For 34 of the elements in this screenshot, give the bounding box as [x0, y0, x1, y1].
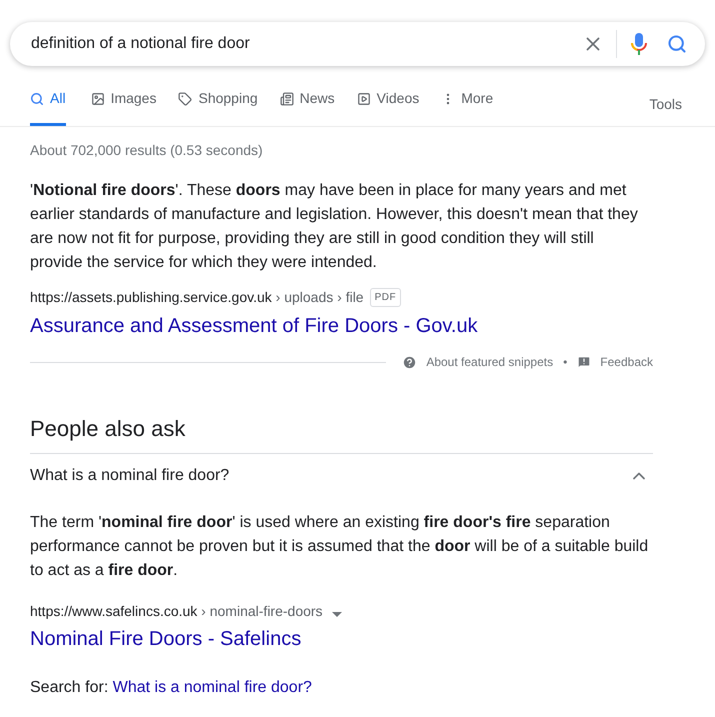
tab[interactable]: More — [441, 86, 494, 126]
people-also-ask-heading: People also ask — [30, 415, 653, 454]
search-for-link[interactable]: What is a nominal fire door? — [112, 679, 312, 696]
search-box[interactable]: definition of a notional fire door — [10, 22, 705, 66]
about-snippets-link[interactable]: About featured snippets — [426, 353, 554, 371]
feedback-icon — [577, 355, 592, 369]
result-url: https://assets.publishing.service.gov.uk › uploads › file — [30, 288, 364, 307]
search-query[interactable]: definition of a notional fire door — [31, 32, 582, 56]
search-icon — [30, 92, 44, 106]
tools-button[interactable]: Tools — [649, 86, 682, 126]
result-stats: About 702,000 results (0.53 seconds) — [30, 141, 264, 160]
result-title-link[interactable]: Assurance and Assessment of Fire Doors - Gov.uk — [30, 313, 653, 339]
help-icon — [402, 354, 418, 370]
tab[interactable]: Shopping — [178, 86, 258, 126]
question-row[interactable]: What is a nominal fire door? — [30, 454, 653, 497]
snippet-text: 'Notional fire doors'. These doors may have been in place for many years and met earlier standards of manufacture and legislation. However, this doesn't mean that they are now not fit for purpose, providing they are still in good condition they will still provide the service for which they were intended. — [30, 181, 639, 273]
search-icon[interactable] — [667, 34, 687, 54]
image-icon — [90, 92, 105, 106]
play-icon — [356, 92, 371, 106]
separator-dot: • — [563, 354, 568, 371]
result-url: https://www.safelincs.co.uk › nominal-fire-doors — [30, 602, 323, 621]
search-for-label: Search for: — [30, 679, 108, 696]
tab[interactable]: News — [280, 86, 335, 126]
pdf-badge: PDF — [370, 288, 402, 307]
tab[interactable]: Videos — [356, 86, 420, 126]
newspaper-icon — [280, 92, 294, 106]
answer-text: The term 'nominal fire door' is used where an existing fire door's fire separation performance cannot be proven but it is assumed that the door will be of a suitable build to act as a fire door. — [30, 513, 650, 581]
feedback-link[interactable]: Feedback — [600, 353, 653, 371]
dropdown-arrow-icon[interactable] — [332, 612, 342, 617]
result-title-link[interactable]: Nominal Fire Doors - Safelincs — [30, 626, 653, 652]
microphone-icon[interactable] — [631, 32, 647, 56]
tab[interactable]: Images — [90, 86, 156, 126]
tag-icon — [178, 92, 192, 106]
tab[interactable]: All — [30, 86, 66, 126]
